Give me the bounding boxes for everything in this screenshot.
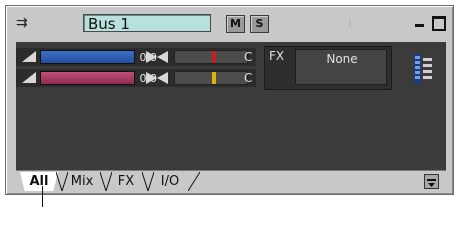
drag-grip-icon[interactable]: ⁞ [348, 16, 352, 30]
volume-icon [22, 72, 36, 83]
channel-strip-2: 0.0 C [16, 69, 256, 87]
channel-body: 0.0 C 0.0 C [16, 42, 446, 170]
pan-marker [212, 72, 216, 84]
tab-all[interactable]: All [20, 172, 58, 191]
fx-slot-value: None [326, 52, 358, 66]
volume-icon [22, 51, 36, 62]
expand-button[interactable] [424, 174, 439, 189]
minimize-icon[interactable] [415, 24, 424, 27]
solo-button[interactable]: S [250, 15, 269, 33]
title-bar: ⇉ Bus 1 M S ⁞ [8, 8, 451, 38]
callout-line [42, 186, 43, 207]
pan-icon [146, 51, 168, 63]
output-routing-icon[interactable]: ⇉ [16, 16, 32, 30]
volume-fader[interactable]: 0.0 [40, 71, 157, 85]
pan-slider[interactable] [174, 71, 248, 85]
pan-slider[interactable] [174, 50, 248, 64]
fx-slot[interactable]: None [295, 49, 387, 85]
meter-icon[interactable] [414, 54, 432, 84]
channel-strip-1: 0.0 C [16, 48, 256, 66]
pan-value: C [244, 71, 253, 85]
maximize-icon[interactable] [432, 16, 446, 31]
bus-name-field[interactable]: Bus 1 [83, 14, 211, 33]
mute-button[interactable]: M [226, 15, 245, 33]
bus-window: ⇉ Bus 1 M S ⁞ 0.0 C 0.0 [5, 5, 454, 195]
pan-marker [212, 51, 216, 63]
pan-value: C [244, 50, 253, 64]
tab-separator [188, 172, 200, 191]
tab-io[interactable]: I/O [150, 172, 190, 191]
tab-fx[interactable]: FX [108, 172, 144, 191]
fx-section: FX None [264, 46, 392, 90]
fx-label: FX [269, 49, 285, 63]
volume-fader[interactable]: 0.0 [40, 50, 157, 64]
tab-mix[interactable]: Mix [62, 172, 102, 191]
pan-icon [146, 72, 168, 84]
expand-down-icon [427, 179, 436, 187]
tab-bar: All Mix FX I/O [16, 170, 446, 193]
